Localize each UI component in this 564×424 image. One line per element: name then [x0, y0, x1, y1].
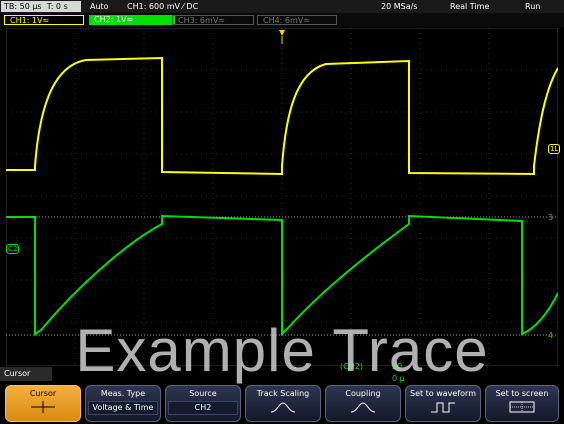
- softkey-track-scaling-label: Track Scaling: [256, 389, 310, 398]
- ch2-label: CH2: 1V≈: [94, 15, 134, 24]
- softkey-meas-type-label: Meas. Type: [100, 389, 146, 398]
- menu-tab-cursor[interactable]: Cursor: [0, 367, 52, 381]
- coupling-icon: [350, 402, 376, 413]
- set-screen-icon: [509, 401, 535, 413]
- trigger-time-value: T: 0 s: [46, 2, 68, 11]
- acquisition-mode: Real Time: [450, 2, 490, 11]
- ch1-reference-marker[interactable]: 1L: [548, 144, 561, 154]
- cursor-icon: [31, 401, 55, 413]
- channel-tab-ch2[interactable]: CH2: 1V≈: [89, 15, 175, 25]
- softkey-source-label: Source: [189, 389, 217, 398]
- softkey-source[interactable]: Source CH2: [165, 385, 241, 422]
- softkey-set-to-screen[interactable]: Set to screen: [485, 385, 559, 422]
- channel-bar: CH1: 1V≈ CH2: 1V≈ CH3: 6mV≈ CH4: 6mV≈: [0, 13, 564, 27]
- softkey-meas-type[interactable]: Meas. Type Voltage & Time: [85, 385, 161, 422]
- run-state[interactable]: Run: [525, 0, 540, 13]
- channel-tab-ch1[interactable]: CH1: 1V≈: [4, 15, 84, 25]
- trigger-info[interactable]: CH1: 600 mV ⁄ DC: [127, 0, 198, 13]
- set-waveform-icon: [431, 402, 455, 413]
- ch4-label: CH4: 6mV≈: [263, 16, 310, 25]
- softkey-set-to-waveform[interactable]: Set to waveform: [405, 385, 481, 422]
- timebase-readout[interactable]: TB: 50 µs T: 0 s: [1, 1, 81, 12]
- trigger-mode[interactable]: Auto: [90, 0, 109, 13]
- softkey-cursor[interactable]: Cursor: [5, 385, 81, 422]
- channel-tab-ch4[interactable]: CH4: 6mV≈: [257, 15, 337, 25]
- softkey-set-to-waveform-label: Set to waveform: [409, 389, 476, 398]
- ch3-label: CH3: 6mV≈: [178, 16, 225, 25]
- softkey-source-value: CH2: [168, 401, 238, 415]
- softkey-coupling-label: Coupling: [345, 389, 381, 398]
- channel-tab-ch3[interactable]: CH3: 6mV≈: [172, 15, 254, 25]
- softkey-coupling[interactable]: Coupling: [325, 385, 401, 422]
- sample-rate: 20 MSa/s: [381, 2, 418, 11]
- watermark-text: Example Trace: [75, 317, 489, 384]
- cursor-3-label[interactable]: 3: [548, 213, 553, 222]
- status-bar: TB: 50 µs T: 0 s Auto CH1: 600 mV ⁄ DC 2…: [0, 0, 564, 13]
- timebase-value: TB: 50 µs: [4, 2, 42, 11]
- softkey-track-scaling[interactable]: Track Scaling: [245, 385, 321, 422]
- track-scaling-icon: [270, 402, 296, 413]
- ch1-label: CH1: 1V≈: [10, 16, 50, 25]
- ch2-reference-marker[interactable]: C2: [6, 244, 20, 254]
- softkey-meas-type-value: Voltage & Time: [88, 401, 158, 415]
- softkey-cursor-label: Cursor: [29, 389, 57, 398]
- softkey-set-to-screen-label: Set to screen: [495, 389, 549, 398]
